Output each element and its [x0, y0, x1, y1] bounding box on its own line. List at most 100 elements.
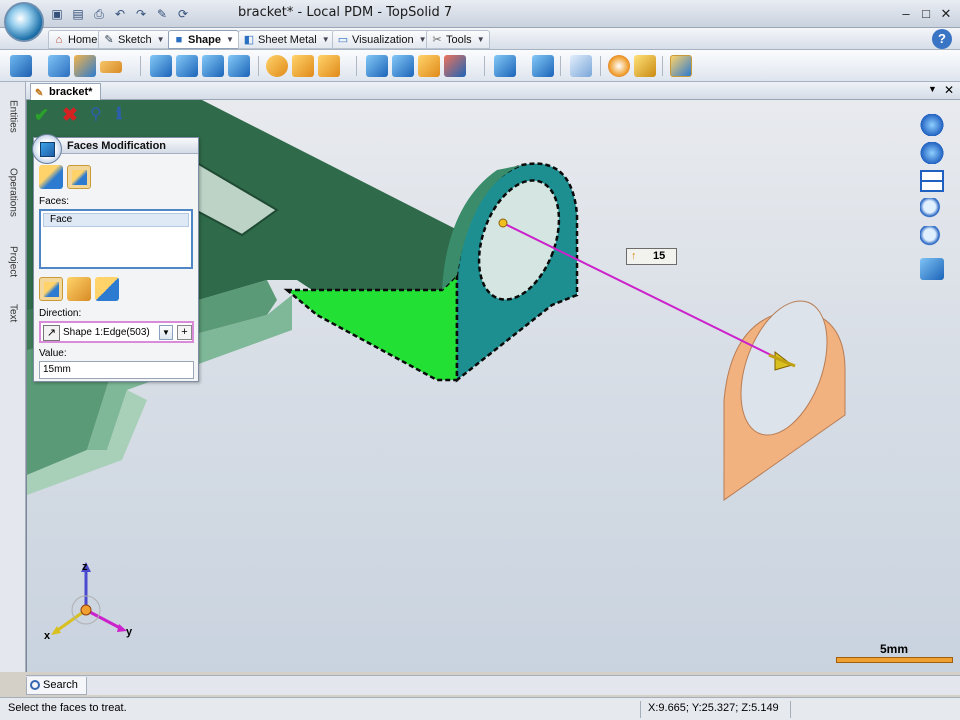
block-icon[interactable]: [10, 55, 32, 77]
highlight-face: [283, 271, 459, 382]
view-orient-icon[interactable]: [920, 114, 944, 136]
view-cube-icon[interactable]: [920, 258, 944, 280]
add-direction-button[interactable]: +: [177, 325, 192, 340]
direction-label: Direction:: [39, 308, 82, 319]
chevron-down-icon[interactable]: ▼: [928, 84, 937, 94]
inquire-icon[interactable]: [570, 55, 592, 77]
palette-icon[interactable]: [608, 55, 630, 77]
scale-label: 5mm: [880, 642, 909, 656]
redo-icon[interactable]: ↷: [132, 5, 150, 23]
toolbar-separator: [662, 56, 663, 76]
print-icon[interactable]: ⎙: [90, 5, 108, 23]
view-rotate-icon[interactable]: [920, 142, 944, 164]
side-tab-entities[interactable]: Entities: [4, 100, 22, 158]
quick-access-toolbar: ▣ ▤ ⎙ ↶ ↷ ✎ ⟳: [48, 5, 192, 23]
toolbar-separator: [560, 56, 561, 76]
pencil-icon[interactable]: ✎: [153, 5, 171, 23]
close-button[interactable]: ✕: [938, 6, 954, 22]
maximize-button[interactable]: □: [918, 6, 934, 22]
shape-toolbar: [0, 50, 960, 82]
sphere-icon[interactable]: [266, 55, 288, 77]
side-tab-project[interactable]: Project: [4, 246, 22, 292]
faces-modification-icon[interactable]: [418, 55, 440, 77]
info-icon[interactable]: ℹ: [116, 104, 122, 124]
faces-modification-icon: [32, 134, 62, 164]
tab-visualization[interactable]: ▭ Visualization ▼: [332, 30, 432, 49]
panel-title: Faces Modification: [67, 140, 167, 152]
cancel-icon[interactable]: ✖: [62, 104, 78, 127]
direction-field[interactable]: ↗ Shape 1:Edge(503) ▼ +: [39, 321, 194, 343]
search-tab-label: Search: [43, 679, 78, 691]
save-all-icon[interactable]: ▤: [69, 5, 87, 23]
move-mode-button[interactable]: [67, 165, 91, 189]
value-input[interactable]: 15mm: [39, 361, 194, 379]
direction-value: Shape 1:Edge(503): [63, 327, 150, 338]
toolbar-separator: [258, 56, 259, 76]
ok-icon[interactable]: ✔: [34, 105, 49, 126]
y-axis: [85, 608, 123, 631]
save-icon[interactable]: ▣: [48, 5, 66, 23]
minimize-button[interactable]: –: [898, 6, 914, 22]
chevron-down-icon[interactable]: ▼: [322, 35, 330, 44]
plate-icon[interactable]: [100, 61, 122, 73]
tab-label: Sketch: [118, 33, 152, 46]
coordinates-readout: X:9.665; Y:25.327; Z:5.149: [648, 702, 779, 714]
search-tab[interactable]: Search: [26, 677, 87, 695]
direction-mode-button[interactable]: [39, 277, 63, 301]
extrude-icon[interactable]: [150, 55, 172, 77]
side-tab-text[interactable]: Text: [4, 304, 22, 344]
help-icon[interactable]: ?: [932, 29, 952, 49]
dimension-value: 15: [653, 250, 666, 262]
normal-mode-button[interactable]: [67, 277, 91, 301]
arrow-up-icon: ↑: [631, 250, 637, 262]
split-icon[interactable]: [494, 55, 516, 77]
display-mode-icon[interactable]: [670, 55, 692, 77]
chevron-down-icon[interactable]: ▼: [157, 35, 165, 44]
document-tab-bar: ✎ bracket* ▼ ✕: [26, 82, 960, 100]
material-icon[interactable]: [634, 55, 656, 77]
pattern-icon[interactable]: [228, 55, 250, 77]
axis-y-label: y: [126, 626, 133, 638]
document-tab[interactable]: ✎ bracket*: [30, 83, 102, 100]
axis-x-label: x: [44, 630, 51, 642]
tab-sheet-metal[interactable]: ◧ Sheet Metal ▼: [238, 30, 335, 49]
thread-icon[interactable]: [532, 55, 554, 77]
app-logo-icon[interactable]: [4, 2, 44, 42]
toolbar-separator: [484, 56, 485, 76]
tab-shape[interactable]: ■ Shape ▼: [168, 30, 239, 49]
monitor-icon: ▭: [337, 33, 349, 46]
view-split-icon[interactable]: [920, 170, 944, 192]
offset-mode-button[interactable]: [39, 165, 63, 189]
home-icon: ⌂: [55, 33, 63, 46]
dimension-label[interactable]: ↑ 15: [626, 248, 677, 265]
tab-home[interactable]: ⌂ Home: [48, 30, 103, 49]
close-document-icon[interactable]: ✕: [944, 83, 954, 97]
undo-icon[interactable]: ↶: [111, 5, 129, 23]
pin-icon[interactable]: ⚲: [90, 104, 102, 124]
zoom-in-icon[interactable]: [920, 198, 944, 220]
refresh-icon[interactable]: ⟳: [174, 5, 192, 23]
mirror-icon[interactable]: [202, 55, 224, 77]
tab-tools[interactable]: ✂ Tools ▼: [426, 30, 490, 49]
side-tab-operations[interactable]: Operations: [4, 168, 22, 230]
zoom-out-icon[interactable]: [920, 226, 944, 248]
tab-sketch[interactable]: ✎ Sketch ▼: [98, 30, 170, 49]
fillet-icon[interactable]: [292, 55, 314, 77]
draft-icon[interactable]: [392, 55, 414, 77]
revolve-icon[interactable]: [74, 55, 96, 77]
faces-list[interactable]: Face: [39, 209, 193, 269]
arrow-icon: ↗: [43, 325, 60, 341]
chevron-down-icon[interactable]: ▼: [226, 35, 234, 44]
status-bar: Select the faces to treat. X:9.665; Y:25…: [0, 697, 960, 720]
faces-list-item[interactable]: Face: [43, 213, 189, 227]
faces-modification-panel: Faces Modification Faces: Face Direction…: [32, 134, 199, 382]
boolean-icon[interactable]: [444, 55, 466, 77]
tangent-mode-button[interactable]: [95, 277, 119, 301]
shell-icon[interactable]: [366, 55, 388, 77]
cylinder-icon[interactable]: [48, 55, 70, 77]
chevron-down-icon[interactable]: ▼: [477, 35, 485, 44]
chevron-down-icon[interactable]: ▼: [159, 325, 173, 340]
cube-icon: ■: [175, 33, 183, 46]
pocket-icon[interactable]: [176, 55, 198, 77]
chamfer-icon[interactable]: [318, 55, 340, 77]
